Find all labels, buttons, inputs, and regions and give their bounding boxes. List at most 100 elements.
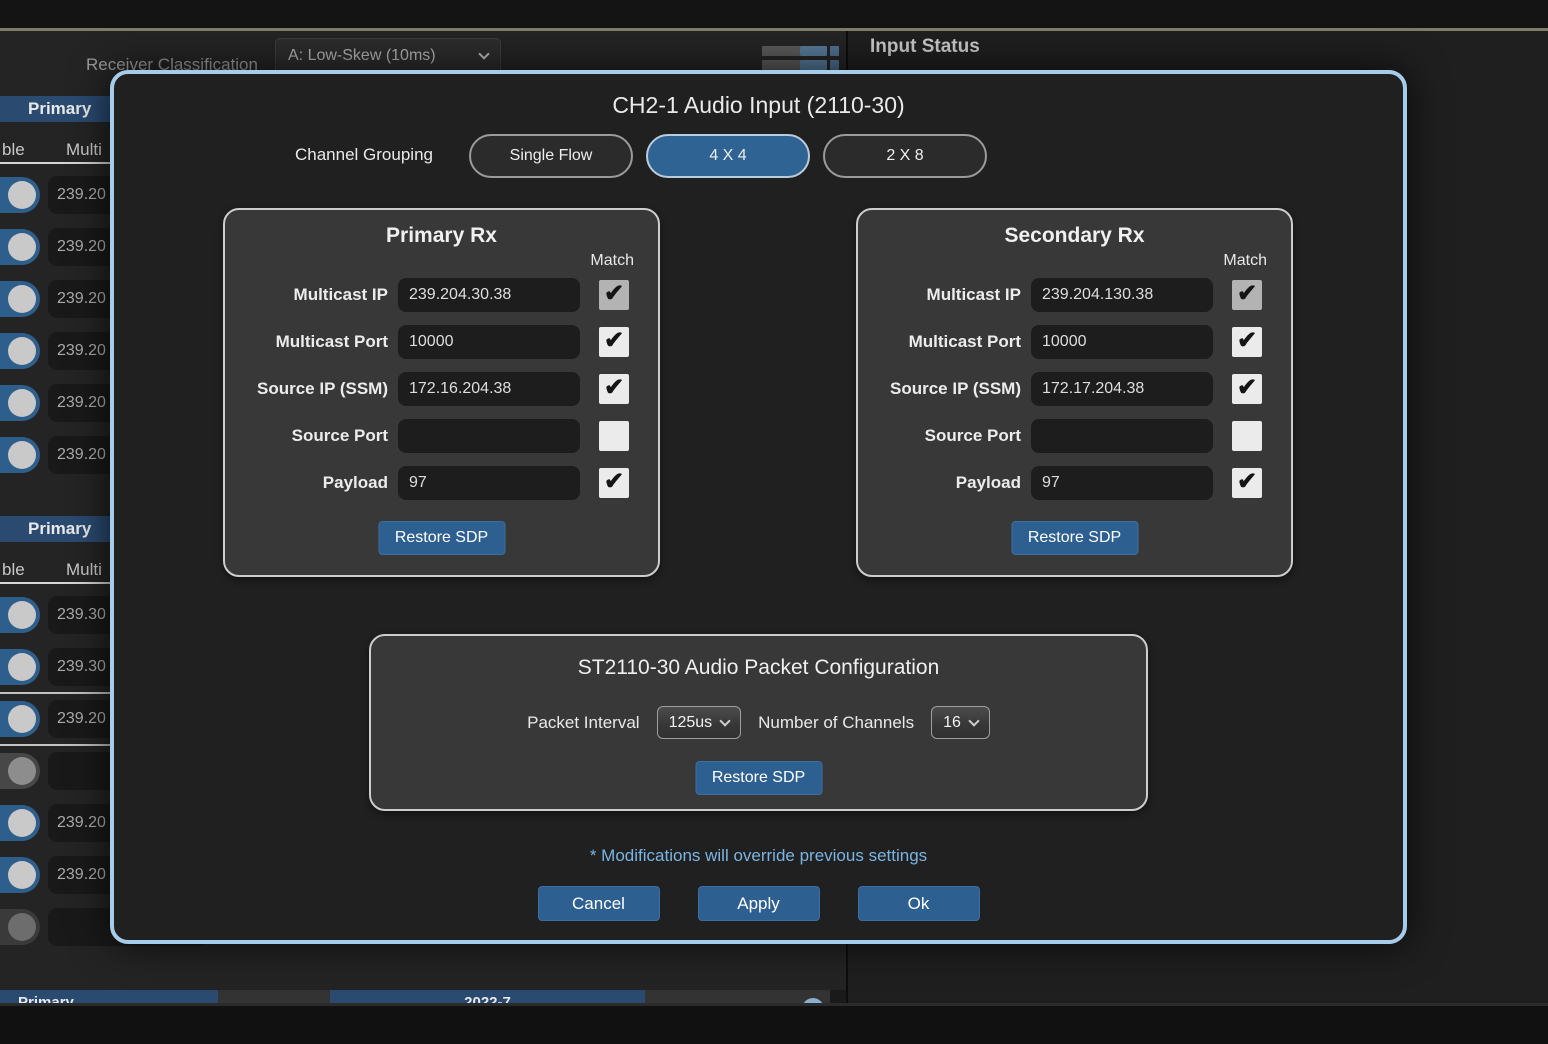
field-input[interactable]: 97 xyxy=(1031,466,1213,500)
receiver-classification-dropdown[interactable]: A: Low-Skew (10ms) xyxy=(275,38,501,74)
field-input[interactable]: 97 xyxy=(398,466,580,500)
field-input[interactable] xyxy=(1031,419,1213,453)
field-input[interactable]: 239.204.130.38 xyxy=(1031,278,1213,312)
restore-sdp-button[interactable]: Restore SDP xyxy=(1011,521,1138,555)
rx-field-rows: Multicast IP 239.204.130.38 ✔ Multicast Por… xyxy=(858,272,1291,507)
channel-grouping-option[interactable]: 4 X 4 xyxy=(646,134,810,178)
field-row: Multicast IP 239.204.130.38 ✔ xyxy=(858,272,1291,319)
toggle-knob xyxy=(8,601,36,629)
field-label: Source Port xyxy=(225,419,388,453)
match-checkbox[interactable]: ✔ xyxy=(1232,280,1262,310)
channel-grouping-options: Single Flow 4 X 4 2 X 8 xyxy=(469,134,987,178)
column-header-enable: ble xyxy=(2,140,25,160)
dialog-title: CH2-1 Audio Input (2110-30) xyxy=(114,92,1403,119)
check-icon: ✔ xyxy=(1237,470,1257,494)
match-checkbox[interactable]: ✔ xyxy=(599,374,629,404)
toggle-knob xyxy=(8,233,36,261)
field-label: Multicast Port xyxy=(225,325,388,359)
toggle-switch[interactable] xyxy=(0,857,40,893)
field-input[interactable]: 172.16.204.38 xyxy=(398,372,580,406)
check-icon: ✔ xyxy=(604,329,624,353)
toggle-switch[interactable] xyxy=(0,437,40,473)
match-checkbox[interactable]: ✔ xyxy=(1232,374,1262,404)
column-header-enable: ble xyxy=(2,560,25,580)
toggle-knob xyxy=(8,285,36,313)
toggle-switch[interactable] xyxy=(0,229,40,265)
toggle-switch[interactable] xyxy=(0,701,40,737)
toggle-knob xyxy=(8,653,36,681)
modifications-note: * Modifications will override previous s… xyxy=(114,846,1403,866)
toggle-switch[interactable] xyxy=(0,333,40,369)
toggle-knob xyxy=(8,337,36,365)
packet-interval-dropdown[interactable]: 125us xyxy=(657,706,742,739)
field-row: Source Port xyxy=(225,413,658,460)
toggle-switch[interactable] xyxy=(0,753,40,789)
field-label: Multicast IP xyxy=(225,278,388,312)
match-checkbox[interactable] xyxy=(599,421,629,451)
field-label: Multicast Port xyxy=(858,325,1021,359)
field-input[interactable] xyxy=(398,419,580,453)
toggle-knob xyxy=(8,181,36,209)
field-input[interactable]: 10000 xyxy=(398,325,580,359)
chevron-down-icon xyxy=(968,715,979,726)
restore-sdp-button[interactable]: Restore SDP xyxy=(695,761,822,795)
match-checkbox[interactable]: ✔ xyxy=(599,468,629,498)
check-icon: ✔ xyxy=(1237,376,1257,400)
restore-sdp-button[interactable]: Restore SDP xyxy=(378,521,505,555)
toggle-switch[interactable] xyxy=(0,597,40,633)
match-checkbox[interactable] xyxy=(1232,421,1262,451)
field-row: Source Port xyxy=(858,413,1291,460)
toggle-switch[interactable] xyxy=(0,177,40,213)
field-label: Source Port xyxy=(858,419,1021,453)
field-label: Source IP (SSM) xyxy=(225,372,388,406)
apply-button[interactable]: Apply xyxy=(698,886,820,921)
check-icon: ✔ xyxy=(604,376,624,400)
field-label: Payload xyxy=(225,466,388,500)
toggle-switch[interactable] xyxy=(0,385,40,421)
match-checkbox[interactable]: ✔ xyxy=(599,327,629,357)
field-row: Source IP (SSM) 172.16.204.38 ✔ xyxy=(225,366,658,413)
packet-config-controls: Packet Interval 125us Number of Channels… xyxy=(371,706,1146,739)
chevron-down-icon xyxy=(719,715,730,726)
field-row: Source IP (SSM)172.17.204.38✔ xyxy=(858,366,1291,413)
check-icon: ✔ xyxy=(604,470,624,494)
field-input[interactable]: 10000 xyxy=(1031,325,1213,359)
toggle-knob xyxy=(8,757,36,785)
number-of-channels-label: Number of Channels xyxy=(758,713,914,733)
channel-grouping-option[interactable]: 2 X 8 xyxy=(823,134,987,178)
input-status-title: Input Status xyxy=(870,36,980,58)
packet-interval-value: 125us xyxy=(669,714,713,732)
toggle-knob xyxy=(8,861,36,889)
field-row: Payload 97 ✔ xyxy=(225,460,658,507)
toggle-switch[interactable] xyxy=(0,805,40,841)
rx-panel: Primary RxMatchMulticast IP239.204.30.38… xyxy=(223,208,660,577)
check-icon: ✔ xyxy=(1237,329,1257,353)
audio-input-dialog: CH2-1 Audio Input (2110-30) Channel Grou… xyxy=(110,70,1407,944)
chevron-down-icon xyxy=(478,48,489,59)
toggle-knob xyxy=(8,913,36,941)
dialog-buttons: Cancel Apply Ok xyxy=(114,886,1403,921)
rx-panel-title: Primary Rx xyxy=(225,224,658,248)
number-of-channels-value: 16 xyxy=(943,714,961,732)
toggle-knob xyxy=(8,389,36,417)
cancel-button[interactable]: Cancel xyxy=(538,886,660,921)
field-label: Multicast IP xyxy=(858,278,1021,312)
match-checkbox[interactable]: ✔ xyxy=(1232,468,1262,498)
check-icon: ✔ xyxy=(604,282,624,306)
toggle-switch[interactable] xyxy=(0,649,40,685)
field-input[interactable]: 239.204.30.38 xyxy=(398,278,580,312)
match-checkbox[interactable]: ✔ xyxy=(599,280,629,310)
channel-grouping-option[interactable]: Single Flow xyxy=(469,134,633,178)
ok-button[interactable]: Ok xyxy=(858,886,980,921)
number-of-channels-dropdown[interactable]: 16 xyxy=(931,706,990,739)
packet-config-title: ST2110-30 Audio Packet Configuration xyxy=(371,656,1146,680)
match-checkbox[interactable]: ✔ xyxy=(1232,327,1262,357)
packet-interval-label: Packet Interval xyxy=(527,713,639,733)
top-strip xyxy=(0,0,1548,28)
field-input[interactable]: 172.17.204.38 xyxy=(1031,372,1213,406)
check-icon: ✔ xyxy=(1237,282,1257,306)
channel-grouping-label: Channel Grouping xyxy=(295,145,433,165)
toggle-switch[interactable] xyxy=(0,909,40,945)
toggle-switch[interactable] xyxy=(0,281,40,317)
field-label: Payload xyxy=(858,466,1021,500)
